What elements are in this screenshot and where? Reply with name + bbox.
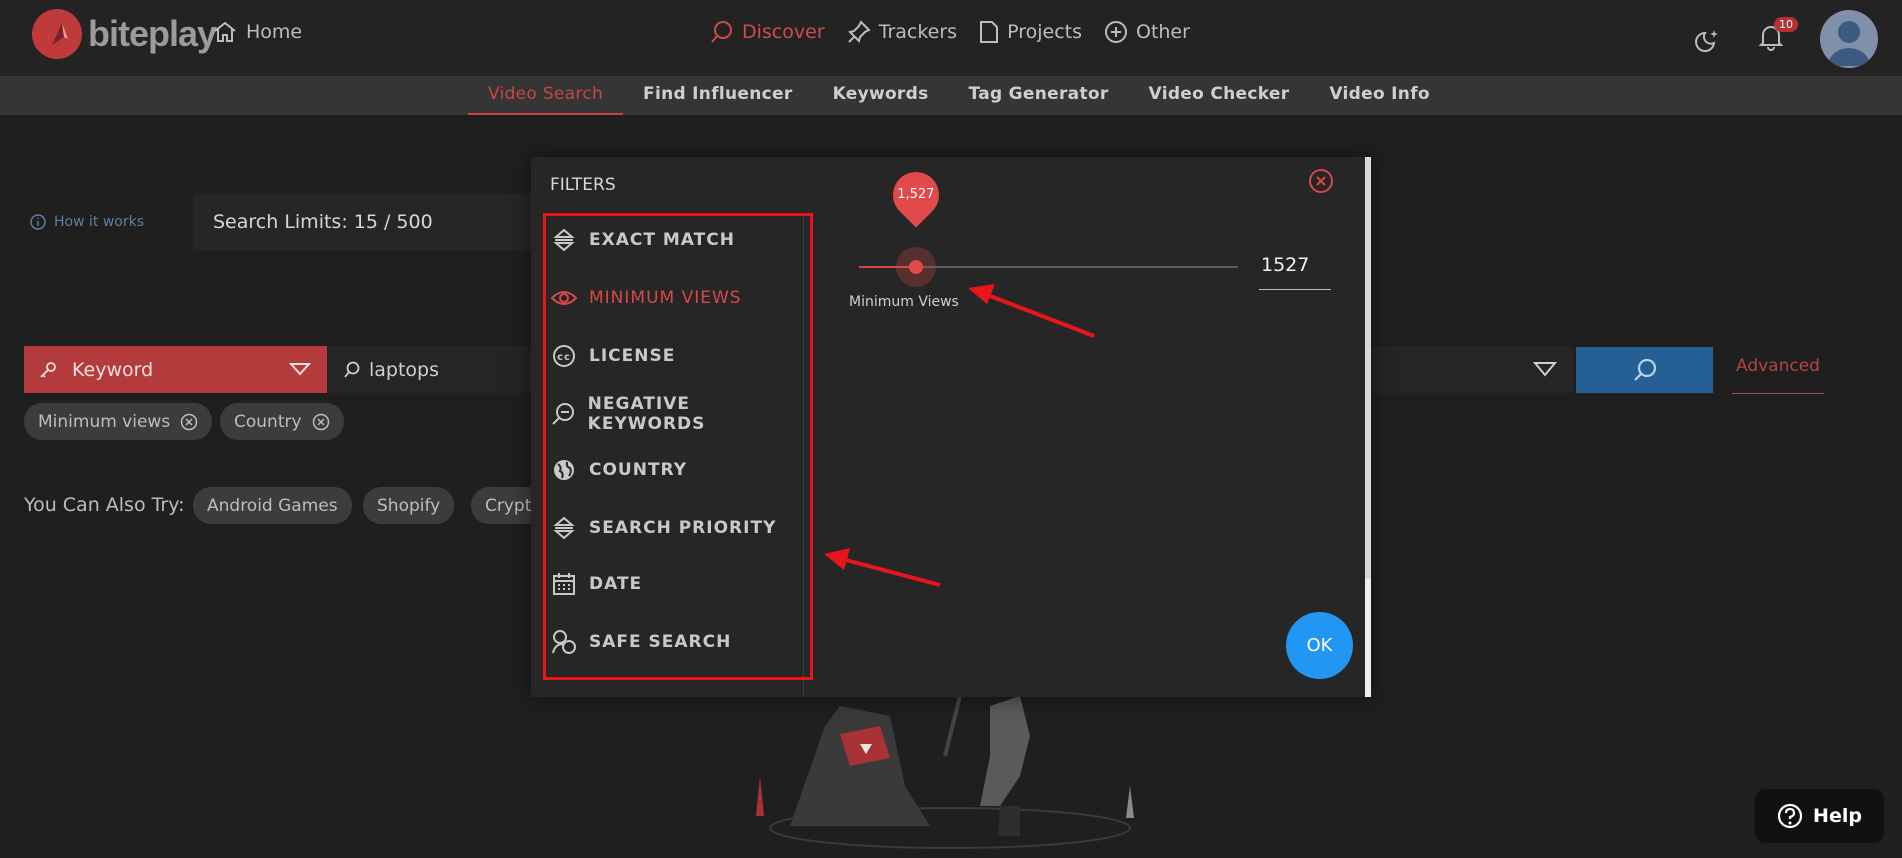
search-icon (711, 21, 732, 43)
avatar[interactable] (1820, 10, 1878, 68)
filter-date[interactable]: DATE (551, 564, 642, 604)
min-views-slider-label: Minimum Views (849, 294, 959, 310)
help-label: Help (1813, 805, 1862, 827)
how-it-works-link[interactable]: How it works (30, 214, 144, 230)
document-icon (980, 21, 999, 43)
filter-label: MINIMUM VIEWS (589, 288, 742, 308)
nav-discover-label: Discover (742, 21, 825, 43)
user-avatar-icon (1828, 21, 1870, 66)
main-nav: Discover Trackers Projects Other (710, 20, 1190, 44)
search-input-value: laptops (369, 358, 440, 381)
filter-chip-label: Country (234, 411, 302, 432)
filter-label: LICENSE (589, 346, 676, 366)
nav-projects-label: Projects (1007, 21, 1082, 43)
chevron-down-icon (1533, 362, 1557, 377)
modal-scrollbar[interactable] (1365, 157, 1371, 697)
search-limits: Search Limits: 15 / 500 (193, 193, 573, 251)
filter-label: DATE (589, 574, 643, 594)
safe-search-icon (551, 629, 577, 655)
filter-minimum-views[interactable]: MINIMUM VIEWS (551, 278, 742, 318)
svg-text:cc: cc (557, 352, 571, 363)
sort-arrows-icon (551, 227, 577, 253)
min-views-input[interactable]: 1527 (1259, 254, 1331, 290)
notifications-button[interactable]: 10 (1758, 17, 1798, 55)
info-icon (30, 214, 46, 230)
filter-license[interactable]: cc LICENSE (551, 336, 675, 376)
modal-scrollbar-thumb[interactable] (1365, 579, 1371, 697)
filter-country[interactable]: COUNTRY (551, 450, 687, 490)
filters-modal: FILTERS EXACT MATCH MINIMUM VIEWS cc LIC… (531, 157, 1371, 697)
filter-search-priority[interactable]: SEARCH PRIORITY (551, 508, 776, 548)
tab-video-info[interactable]: Video Info (1309, 76, 1449, 115)
filter-list: EXACT MATCH MINIMUM VIEWS cc LICENSE NEG… (541, 214, 804, 697)
search-filter-dropdown[interactable] (1360, 346, 1573, 393)
empty-state-illustration (756, 696, 1134, 849)
help-button[interactable]: Help (1755, 789, 1884, 843)
nav-discover[interactable]: Discover (710, 20, 825, 44)
try-label: You Can Also Try: (24, 494, 185, 516)
filter-label: SAFE SEARCH (589, 632, 732, 652)
filter-label: SEARCH PRIORITY (589, 518, 777, 538)
filter-chip-minimum-views[interactable]: Minimum views (24, 403, 213, 440)
chevron-down-icon (289, 363, 311, 376)
advanced-link[interactable]: Advanced (1732, 356, 1824, 394)
nav-trackers-label: Trackers (878, 21, 958, 43)
how-it-works-label: How it works (54, 214, 144, 230)
search-icon (344, 361, 360, 378)
plus-circle-icon (1104, 21, 1127, 43)
nav-other[interactable]: Other (1104, 20, 1190, 44)
nav-trackers[interactable]: Trackers (847, 20, 957, 44)
pin-icon (847, 20, 871, 43)
nav-projects[interactable]: Projects (979, 20, 1082, 44)
ok-button[interactable]: OK (1286, 612, 1353, 679)
min-views-bubble-text: 1,527 (897, 187, 935, 202)
filter-label: NEGATIVE KEYWORDS (587, 394, 706, 434)
suggestion-chip[interactable]: Shopify (363, 487, 455, 524)
nav-home-label: Home (246, 21, 303, 43)
close-icon[interactable] (1308, 168, 1334, 194)
sort-arrows-icon (551, 515, 577, 541)
search-type-dropdown[interactable]: Keyword (24, 346, 327, 393)
filter-label: EXACT MATCH (589, 230, 735, 250)
modal-title: FILTERS (550, 175, 616, 195)
filter-exact-match[interactable]: EXACT MATCH (551, 220, 735, 260)
top-right-controls: 10 (1694, 10, 1878, 68)
moon-icon[interactable] (1694, 25, 1722, 53)
filter-chip-label: Minimum views (38, 411, 171, 432)
filter-chip-country[interactable]: Country (220, 403, 344, 440)
minus-search-icon (551, 401, 576, 427)
eye-icon (551, 285, 577, 311)
home-icon (214, 21, 236, 42)
filter-negative-keywords[interactable]: NEGATIVE KEYWORDS (551, 394, 803, 434)
tab-video-checker[interactable]: Video Checker (1129, 76, 1310, 115)
key-icon (40, 361, 56, 378)
search-icon (1633, 358, 1656, 381)
filter-label: COUNTRY (589, 460, 688, 480)
logo-mark-icon (32, 9, 82, 59)
cc-icon: cc (551, 343, 577, 369)
sub-nav-tabs: Video Search Find Influencer Keywords Ta… (468, 76, 1450, 115)
search-button[interactable] (1576, 347, 1713, 393)
brand-logo[interactable]: biteplay (32, 9, 217, 59)
calendar-icon (551, 571, 577, 597)
top-bar: biteplay Home Discover Trackers Projects… (0, 0, 1902, 76)
suggestion-chip[interactable]: Android Games (193, 487, 352, 524)
tab-tag-generator[interactable]: Tag Generator (949, 76, 1129, 115)
notification-badge: 10 (1774, 17, 1798, 32)
search-type-label: Keyword (72, 358, 154, 381)
sub-nav: Video Search Find Influencer Keywords Ta… (0, 76, 1902, 115)
nav-home[interactable]: Home (212, 20, 302, 44)
nav-other-label: Other (1135, 21, 1190, 43)
tab-keywords[interactable]: Keywords (813, 76, 949, 115)
globe-icon (551, 457, 577, 483)
tab-video-search[interactable]: Video Search (468, 76, 624, 115)
brand-name: biteplay (88, 13, 217, 54)
tab-find-influencer[interactable]: Find Influencer (623, 76, 813, 115)
filter-safe-search[interactable]: SAFE SEARCH (551, 622, 731, 662)
question-icon (1777, 803, 1803, 829)
close-icon[interactable] (312, 413, 330, 431)
close-icon[interactable] (180, 413, 198, 431)
min-views-slider-thumb[interactable] (908, 260, 923, 274)
